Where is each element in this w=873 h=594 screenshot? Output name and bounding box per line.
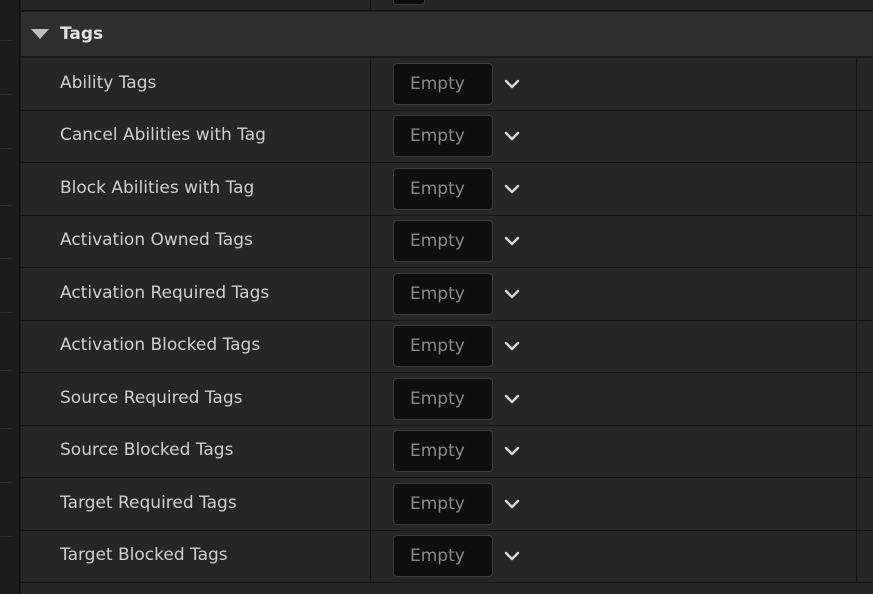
property-row-source-required-tags: Source Required Tags Empty	[21, 373, 873, 426]
property-row-target-required-tags: Target Required Tags Empty	[21, 478, 873, 531]
property-row-activation-owned-tags: Activation Owned Tags Empty	[21, 215, 873, 268]
chevron-down-icon[interactable]	[503, 444, 521, 458]
property-label: Source Blocked Tags	[60, 440, 234, 461]
chevron-down-icon[interactable]	[503, 182, 521, 196]
previous-value-box[interactable]	[393, 0, 425, 5]
property-row-activation-required-tags: Activation Required Tags Empty	[21, 268, 873, 321]
chevron-down-icon[interactable]	[503, 129, 521, 143]
tag-container-value[interactable]: Empty	[393, 535, 493, 578]
property-label: Activation Blocked Tags	[60, 335, 261, 356]
chevron-down-icon[interactable]	[503, 287, 521, 301]
previous-property-row	[21, 0, 873, 11]
property-row-activation-blocked-tags: Activation Blocked Tags Empty	[21, 320, 873, 373]
chevron-down-icon[interactable]	[503, 77, 521, 91]
property-label: Target Blocked Tags	[60, 545, 228, 566]
tags-property-list: Ability Tags Empty Cancel Abilities with T…	[21, 58, 873, 583]
tag-container-value[interactable]: Empty	[393, 167, 493, 210]
property-label: Activation Required Tags	[60, 282, 270, 303]
tag-container-value[interactable]: Empty	[393, 377, 493, 420]
tag-container-value[interactable]: Empty	[393, 62, 493, 105]
chevron-down-icon[interactable]	[503, 549, 521, 563]
property-row-target-blocked-tags: Target Blocked Tags Empty	[21, 530, 873, 583]
chevron-down-icon[interactable]	[503, 339, 521, 353]
tag-container-value[interactable]: Empty	[393, 430, 493, 473]
property-label: Block Abilities with Tag	[60, 177, 255, 198]
property-label: Source Required Tags	[60, 387, 243, 408]
property-label: Target Required Tags	[60, 492, 237, 513]
caret-down-icon[interactable]	[31, 29, 49, 39]
chevron-down-icon[interactable]	[503, 497, 521, 511]
property-row-cancel-abilities-with-tag: Cancel Abilities with Tag Empty	[21, 110, 873, 163]
chevron-down-icon[interactable]	[503, 234, 521, 248]
chevron-down-icon[interactable]	[503, 392, 521, 406]
tags-section-header[interactable]: Tags	[21, 12, 873, 57]
section-title: Tags	[60, 24, 104, 44]
tag-container-value[interactable]: Empty	[393, 272, 493, 315]
next-property-row	[21, 583, 873, 594]
tag-container-value[interactable]: Empty	[393, 115, 493, 158]
tag-container-value[interactable]: Empty	[393, 482, 493, 525]
property-label: Activation Owned Tags	[60, 230, 253, 251]
tag-container-value[interactable]: Empty	[393, 325, 493, 368]
property-label: Cancel Abilities with Tag	[60, 125, 266, 146]
property-row-ability-tags: Ability Tags Empty	[21, 58, 873, 111]
outliner-edge-strip	[0, 0, 20, 594]
property-label: Ability Tags	[60, 72, 157, 93]
tag-container-value[interactable]: Empty	[393, 220, 493, 263]
property-row-block-abilities-with-tag: Block Abilities with Tag Empty	[21, 163, 873, 216]
property-row-source-blocked-tags: Source Blocked Tags Empty	[21, 425, 873, 478]
